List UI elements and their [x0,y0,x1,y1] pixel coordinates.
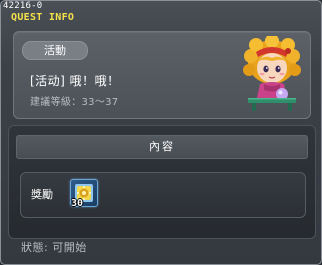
reward-quantity: 30 [71,198,84,209]
quest-id: 42216-0 [3,1,43,11]
quest-info-panel: 活動 [活动] 哦！哦！ 建議等級：33～37 [13,31,311,119]
content-panel: 內容 獎勵 30 [8,125,316,239]
window-title: QUEST INFO [11,12,75,23]
window-header[interactable]: 42216-0 QUEST INFO [1,1,321,25]
content-header: 內容 [16,135,308,159]
quest-info-window: 42216-0 QUEST INFO 活動 [活动] 哦！哦！ 建議等級：33～… [0,0,322,265]
recommended-level: 建議等級：33～37 [30,97,119,108]
reward-label: 獎勵 [31,188,53,201]
quest-name: [活动] 哦！哦！ [30,74,120,88]
reward-box: 獎勵 30 [20,172,306,218]
reward-item-slot[interactable]: 30 [70,179,98,209]
event-badge: 活動 [22,41,88,60]
npc-portrait-icon [243,36,301,111]
quest-status: 狀態: 可開始 [21,241,87,254]
